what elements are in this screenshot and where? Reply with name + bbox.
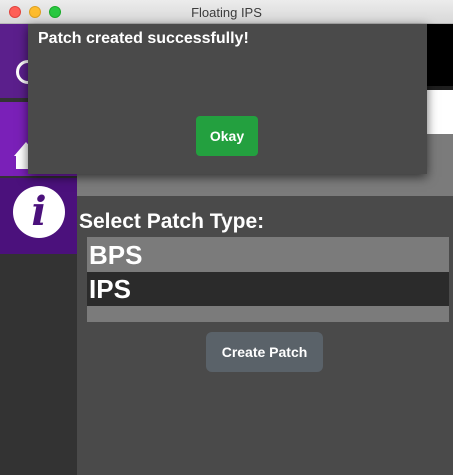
patch-option-bps[interactable]: BPS xyxy=(87,238,449,272)
success-dialog: Patch created successfully! Okay xyxy=(28,24,427,174)
window-title: Floating IPS xyxy=(191,5,262,20)
patch-type-list[interactable]: BPS IPS xyxy=(87,237,449,322)
header-strip xyxy=(426,24,453,86)
create-patch-button[interactable]: Create Patch xyxy=(206,332,323,372)
sidebar-item-info[interactable]: i xyxy=(0,178,77,254)
patch-option-ips[interactable]: IPS xyxy=(87,272,449,306)
dialog-message: Patch created successfully! xyxy=(38,30,249,47)
info-icon: i xyxy=(13,186,65,238)
okay-button[interactable]: Okay xyxy=(196,116,258,156)
patch-type-label: Select Patch Type: xyxy=(79,210,265,233)
title-bar: Floating IPS xyxy=(0,0,453,24)
